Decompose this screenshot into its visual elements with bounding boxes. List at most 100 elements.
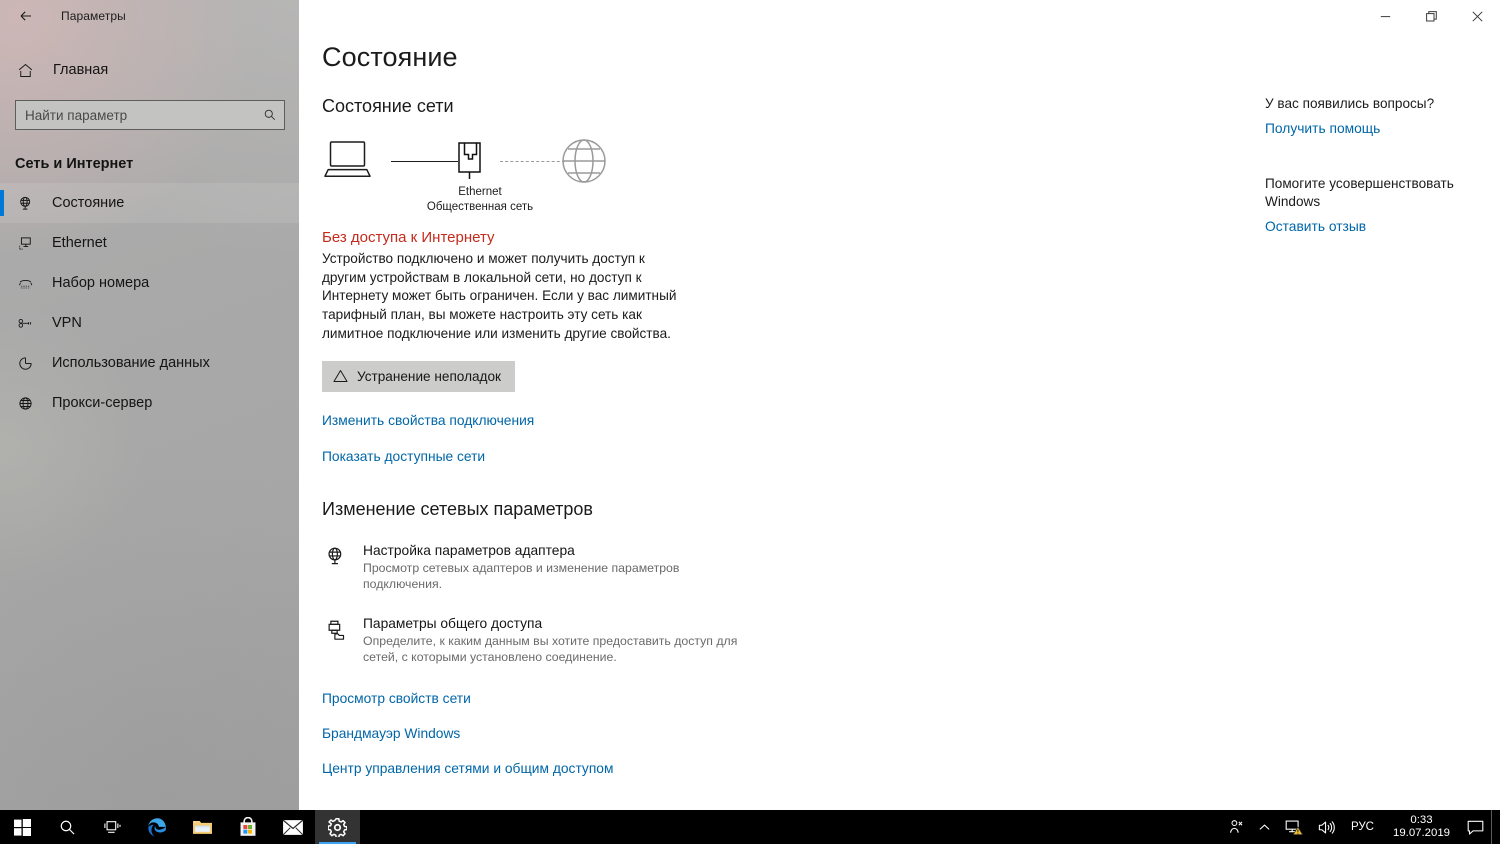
language-indicator[interactable]: РУС (1342, 810, 1383, 844)
restore-button[interactable] (1408, 0, 1454, 32)
sidebar-item-vpn[interactable]: VPN (0, 303, 299, 343)
connection-line-local (391, 161, 458, 162)
sidebar-item-label: Набор номера (52, 275, 150, 291)
store-bag-icon (239, 817, 257, 837)
connection-line-internet (500, 161, 565, 162)
system-tray: РУС 0:33 19.07.2019 (1221, 810, 1500, 844)
laptop-icon (324, 139, 374, 183)
data-usage-pie-icon (15, 353, 35, 373)
microsoft-store-button[interactable] (225, 810, 270, 844)
edge-button[interactable] (135, 810, 180, 844)
link-network-sharing-center[interactable]: Центр управления сетями и общим доступом (322, 761, 613, 776)
setting-row-title: Настройка параметров адаптера (363, 542, 575, 558)
taskbar-buttons (0, 810, 360, 844)
setting-row-sharing-options[interactable]: Параметры общего доступа Определите, к к… (322, 616, 1222, 666)
show-desktop-button[interactable] (1491, 810, 1498, 844)
start-button[interactable] (0, 810, 45, 844)
taskbar: РУС 0:33 19.07.2019 (0, 810, 1500, 844)
vpn-key-icon (15, 313, 35, 333)
link-get-help[interactable]: Получить помощь (1265, 121, 1380, 136)
sidebar-item-ethernet[interactable]: Ethernet (0, 223, 299, 263)
setting-row-adapter-options[interactable]: Настройка параметров адаптера Просмотр с… (322, 543, 1222, 593)
troubleshoot-button[interactable]: Устранение неполадок (322, 360, 515, 392)
edge-browser-icon (147, 817, 168, 838)
close-button[interactable] (1454, 0, 1500, 32)
printer-folder-share-icon (322, 618, 346, 642)
app-title: Параметры (61, 9, 126, 23)
globe-icon (559, 134, 609, 186)
search-icon (59, 819, 76, 836)
setting-row-text: Настройка параметров адаптера Просмотр с… (363, 543, 753, 593)
sidebar-item-label: Прокси-сервер (52, 395, 153, 411)
sidebar-category-title: Сеть и Интернет (15, 156, 134, 172)
network-warning-icon[interactable] (1278, 810, 1311, 844)
settings-content: Состояние Состояние сети Ethernet Общест… (322, 42, 1222, 776)
task-view-button[interactable] (90, 810, 135, 844)
network-profile: Общественная сеть (426, 201, 534, 213)
gear-icon (328, 817, 347, 837)
adapter-globe-monitor-icon (322, 545, 346, 569)
change-settings-heading: Изменение сетевых параметров (322, 498, 593, 519)
clock-date: 19.07.2019 (1392, 827, 1450, 839)
link-windows-firewall[interactable]: Брандмауэр Windows (322, 726, 460, 741)
setting-row-text: Параметры общего доступа Определите, к к… (363, 616, 753, 666)
sidebar-item-label: Использование данных (52, 355, 210, 371)
network-status-heading: Состояние сети (322, 96, 454, 116)
status-title: Без доступа к Интернету (322, 229, 495, 246)
file-explorer-button[interactable] (180, 810, 225, 844)
search-box (15, 100, 285, 130)
sidebar-item-home[interactable]: Главная (0, 52, 299, 88)
setting-row-subtitle: Определите, к каким данным вы хотите пре… (363, 633, 738, 665)
window-titlebar-left: Параметры (0, 0, 299, 32)
link-show-available-networks[interactable]: Показать доступные сети (322, 449, 485, 464)
home-icon (14, 59, 36, 81)
sidebar-home-label: Главная (53, 62, 109, 78)
help-question-heading: У вас появились вопросы? (1265, 96, 1435, 111)
settings-button[interactable] (315, 810, 360, 844)
troubleshoot-label: Устранение неполадок (357, 368, 501, 384)
mail-envelope-icon (282, 819, 304, 836)
sidebar-item-data-usage[interactable]: Использование данных (0, 343, 299, 383)
sidebar-item-label: Ethernet (52, 235, 107, 251)
windows-logo-icon (14, 818, 31, 836)
minimize-button[interactable] (1362, 0, 1408, 32)
globe-monitor-icon (15, 193, 35, 213)
link-change-connection-properties[interactable]: Изменить свойства подключения (322, 413, 534, 428)
mail-button[interactable] (270, 810, 315, 844)
sidebar-item-label: VPN (52, 315, 82, 331)
main-content: Состояние Состояние сети Ethernet Общест… (299, 0, 1500, 810)
sidebar-nav: Состояние Ethernet Набор номера VPN Испо… (0, 183, 299, 423)
setting-row-subtitle: Просмотр сетевых адаптеров и изменение п… (363, 560, 680, 592)
ethernet-monitor-icon (15, 233, 35, 253)
help-panel: У вас появились вопросы? Получить помощь… (1265, 95, 1480, 234)
screen: Параметры Главная Найти параметр Сеть и … (0, 0, 1500, 844)
search-button[interactable] (45, 810, 90, 844)
sidebar-item-proxy[interactable]: Прокси-сервер (0, 383, 299, 423)
settings-window: Параметры Главная Найти параметр Сеть и … (0, 0, 1500, 810)
search-input[interactable] (15, 100, 285, 130)
folder-icon (192, 818, 213, 836)
people-icon[interactable] (1221, 810, 1251, 844)
taskbar-spacer (360, 810, 1221, 844)
bottom-links: Просмотр свойств сети Брандмауэр Windows… (322, 691, 1222, 776)
link-give-feedback[interactable]: Оставить отзыв (1265, 219, 1366, 234)
sidebar: Параметры Главная Найти параметр Сеть и … (0, 0, 299, 810)
page-title: Состояние (322, 42, 458, 72)
connection-name: Ethernet (458, 186, 502, 198)
action-center-icon[interactable] (1460, 810, 1491, 844)
network-diagram: Ethernet Общественная сеть (322, 135, 612, 213)
help-improve-block: Помогите усовершенствовать Windows Остав… (1265, 175, 1480, 234)
sidebar-item-status[interactable]: Состояние (0, 183, 299, 223)
clock[interactable]: 0:33 19.07.2019 (1383, 810, 1460, 844)
speaker-icon[interactable] (1311, 810, 1342, 844)
link-view-network-properties[interactable]: Просмотр свойств сети (322, 691, 471, 706)
globe-icon (15, 393, 35, 413)
help-improve-heading: Помогите усовершенствовать Windows (1265, 176, 1454, 209)
chevron-up-icon[interactable] (1251, 810, 1278, 844)
task-view-icon (103, 819, 122, 835)
warning-triangle-icon (333, 369, 348, 383)
setting-row-title: Параметры общего доступа (363, 615, 543, 631)
sidebar-item-dialup[interactable]: Набор номера (0, 263, 299, 303)
back-button[interactable] (12, 2, 40, 30)
dialup-phone-icon (15, 273, 35, 293)
